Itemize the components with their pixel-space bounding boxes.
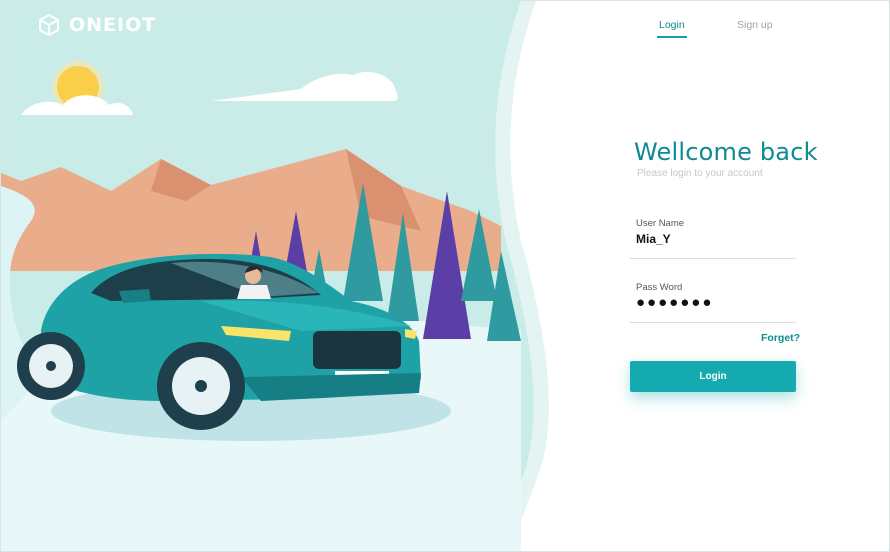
car-side-mirror: [119, 289, 151, 303]
password-label: Pass Word: [636, 282, 683, 293]
welcome-subtitle: Please login to your account: [637, 168, 763, 179]
front-hub: [195, 380, 207, 392]
brand-name: ONEIOT: [69, 14, 157, 36]
driver-body: [237, 285, 271, 299]
active-tab-underline: [657, 36, 687, 38]
car-grille: [313, 331, 401, 369]
cube-logo-icon: [39, 13, 59, 37]
welcome-title: Wellcome back: [634, 138, 818, 166]
password-field: Pass Word: [630, 282, 796, 323]
auth-tabs: Login Sign up: [641, 13, 801, 43]
brand: ONEIOT: [37, 13, 156, 37]
password-input[interactable]: [636, 294, 786, 311]
login-button[interactable]: Login: [630, 361, 796, 392]
username-label: User Name: [636, 218, 685, 229]
tab-signup[interactable]: Sign up: [737, 19, 773, 31]
tab-login[interactable]: Login: [659, 19, 685, 31]
username-field: User Name: [630, 218, 796, 259]
login-page: ONEIOT Login Sign up Wellcome back Pleas…: [0, 0, 890, 552]
forgot-password-link[interactable]: Forget?: [761, 332, 800, 344]
rear-hub: [46, 361, 56, 371]
car-landscape-illustration: [1, 1, 549, 551]
username-input[interactable]: [636, 232, 786, 246]
